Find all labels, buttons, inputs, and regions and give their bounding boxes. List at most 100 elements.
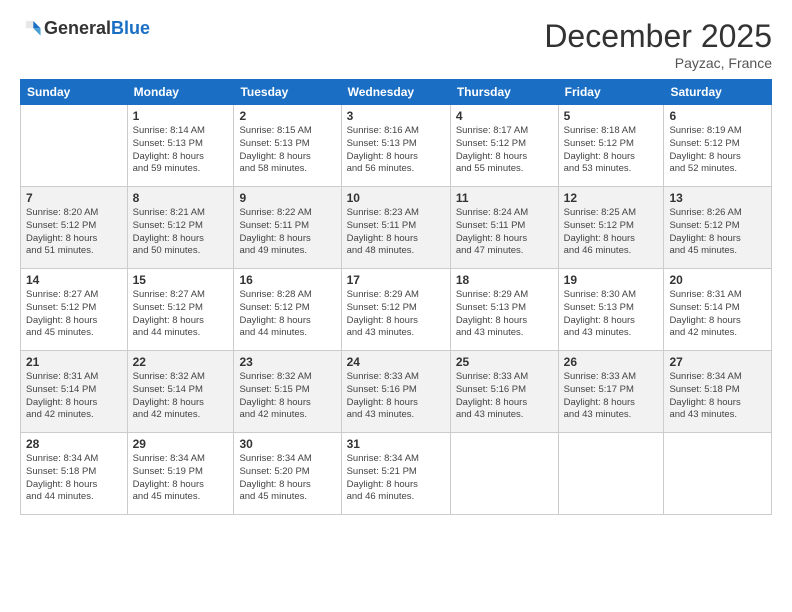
day-info: Sunrise: 8:18 AMSunset: 5:12 PMDaylight:… [564, 125, 659, 176]
calendar-cell: 26Sunrise: 8:33 AMSunset: 5:17 PMDayligh… [558, 351, 664, 433]
day-number: 3 [347, 109, 445, 123]
weekday-header: Saturday [664, 80, 772, 105]
day-info: Sunrise: 8:14 AMSunset: 5:13 PMDaylight:… [133, 125, 229, 176]
calendar-cell: 19 Sunrise: 8:30 AMSunset: 5:13 PMDayligh… [558, 269, 664, 351]
calendar-cell [450, 433, 558, 515]
weekday-header: Monday [127, 80, 234, 105]
calendar-cell: 1 Sunrise: 8:14 AMSunset: 5:13 PMDaylight… [127, 105, 234, 187]
weekday-header: Thursday [450, 80, 558, 105]
day-number: 17 [347, 273, 445, 287]
day-number: 19 [564, 273, 659, 287]
calendar-cell [664, 433, 772, 515]
calendar-cell: 17Sunrise: 8:29 AMSunset: 5:12 PMDayligh… [341, 269, 450, 351]
day-info: Sunrise: 8:31 AMSunset: 5:14 PMDaylight:… [669, 289, 766, 340]
logo-icon [20, 18, 42, 40]
day-info: Sunrise: 8:27 AMSunset: 5:12 PMDaylight:… [26, 289, 122, 340]
logo: GeneralBlue [20, 18, 150, 40]
day-info: Sunrise: 8:33 AMSunset: 5:17 PMDaylight:… [564, 371, 659, 422]
day-info: Sunrise: 8:23 AMSunset: 5:11 PMDaylight:… [347, 207, 445, 258]
day-number: 10 [347, 191, 445, 205]
calendar-cell: 18Sunrise: 8:29 AMSunset: 5:13 PMDayligh… [450, 269, 558, 351]
calendar-week-row: 1 Sunrise: 8:14 AMSunset: 5:13 PMDaylight… [21, 105, 772, 187]
calendar-cell: 16 Sunrise: 8:28 AMSunset: 5:12 PMDayligh… [234, 269, 341, 351]
calendar-week-row: 21 Sunrise: 8:31 AMSunset: 5:14 PMDayligh… [21, 351, 772, 433]
day-info: Sunrise: 8:24 AMSunset: 5:11 PMDaylight:… [456, 207, 553, 258]
day-number: 31 [347, 437, 445, 451]
calendar-cell: 24Sunrise: 8:33 AMSunset: 5:16 PMDayligh… [341, 351, 450, 433]
day-info: Sunrise: 8:34 AMSunset: 5:19 PMDaylight:… [133, 453, 229, 504]
calendar-cell: 9Sunrise: 8:22 AMSunset: 5:11 PMDaylight… [234, 187, 341, 269]
day-number: 29 [133, 437, 229, 451]
calendar-cell: 25 Sunrise: 8:33 AMSunset: 5:16 PMDayligh… [450, 351, 558, 433]
day-info: Sunrise: 8:34 AMSunset: 5:20 PMDaylight:… [239, 453, 335, 504]
day-number: 1 [133, 109, 229, 123]
calendar-cell: 29 Sunrise: 8:34 AMSunset: 5:19 PMDayligh… [127, 433, 234, 515]
day-info: Sunrise: 8:19 AMSunset: 5:12 PMDaylight:… [669, 125, 766, 176]
day-info: Sunrise: 8:21 AMSunset: 5:12 PMDaylight:… [133, 207, 229, 258]
logo-blue: Blue [111, 18, 150, 38]
day-number: 14 [26, 273, 122, 287]
day-info: Sunrise: 8:34 AMSunset: 5:18 PMDaylight:… [669, 371, 766, 422]
day-number: 4 [456, 109, 553, 123]
calendar-cell: 28 Sunrise: 8:34 AMSunset: 5:18 PMDayligh… [21, 433, 128, 515]
calendar-cell: 20Sunrise: 8:31 AMSunset: 5:14 PMDayligh… [664, 269, 772, 351]
day-info: Sunrise: 8:32 AMSunset: 5:14 PMDaylight:… [133, 371, 229, 422]
day-info: Sunrise: 8:17 AMSunset: 5:12 PMDaylight:… [456, 125, 553, 176]
location: Payzac, France [544, 55, 772, 71]
day-info: Sunrise: 8:34 AMSunset: 5:21 PMDaylight:… [347, 453, 445, 504]
day-number: 12 [564, 191, 659, 205]
month-title: December 2025 [544, 18, 772, 55]
day-number: 16 [239, 273, 335, 287]
day-info: Sunrise: 8:31 AMSunset: 5:14 PMDaylight:… [26, 371, 122, 422]
calendar-cell: 12 Sunrise: 8:25 AMSunset: 5:12 PMDayligh… [558, 187, 664, 269]
day-number: 25 [456, 355, 553, 369]
calendar-cell: 4 Sunrise: 8:17 AMSunset: 5:12 PMDaylight… [450, 105, 558, 187]
day-info: Sunrise: 8:16 AMSunset: 5:13 PMDaylight:… [347, 125, 445, 176]
calendar-cell: 8 Sunrise: 8:21 AMSunset: 5:12 PMDaylight… [127, 187, 234, 269]
day-number: 28 [26, 437, 122, 451]
day-info: Sunrise: 8:27 AMSunset: 5:12 PMDaylight:… [133, 289, 229, 340]
calendar-cell: 31 Sunrise: 8:34 AMSunset: 5:21 PMDayligh… [341, 433, 450, 515]
weekday-header: Wednesday [341, 80, 450, 105]
day-info: Sunrise: 8:28 AMSunset: 5:12 PMDaylight:… [239, 289, 335, 340]
title-block: December 2025 Payzac, France [544, 18, 772, 71]
calendar-cell: 7Sunrise: 8:20 AMSunset: 5:12 PMDaylight… [21, 187, 128, 269]
weekday-header: Sunday [21, 80, 128, 105]
calendar-cell: 13 Sunrise: 8:26 AMSunset: 5:12 PMDayligh… [664, 187, 772, 269]
day-info: Sunrise: 8:30 AMSunset: 5:13 PMDaylight:… [564, 289, 659, 340]
day-info: Sunrise: 8:33 AMSunset: 5:16 PMDaylight:… [456, 371, 553, 422]
page: GeneralBlue December 2025 Payzac, France… [0, 0, 792, 612]
day-number: 21 [26, 355, 122, 369]
day-number: 13 [669, 191, 766, 205]
calendar-cell: 21 Sunrise: 8:31 AMSunset: 5:14 PMDayligh… [21, 351, 128, 433]
day-info: Sunrise: 8:26 AMSunset: 5:12 PMDaylight:… [669, 207, 766, 258]
day-number: 5 [564, 109, 659, 123]
weekday-header: Tuesday [234, 80, 341, 105]
day-number: 30 [239, 437, 335, 451]
day-number: 23 [239, 355, 335, 369]
day-info: Sunrise: 8:15 AMSunset: 5:13 PMDaylight:… [239, 125, 335, 176]
calendar-cell: 14 Sunrise: 8:27 AMSunset: 5:12 PMDayligh… [21, 269, 128, 351]
day-info: Sunrise: 8:29 AMSunset: 5:13 PMDaylight:… [456, 289, 553, 340]
calendar-cell: 23Sunrise: 8:32 AMSunset: 5:15 PMDayligh… [234, 351, 341, 433]
calendar-cell: 27Sunrise: 8:34 AMSunset: 5:18 PMDayligh… [664, 351, 772, 433]
day-info: Sunrise: 8:25 AMSunset: 5:12 PMDaylight:… [564, 207, 659, 258]
calendar-week-row: 14 Sunrise: 8:27 AMSunset: 5:12 PMDayligh… [21, 269, 772, 351]
day-number: 2 [239, 109, 335, 123]
calendar-week-row: 7Sunrise: 8:20 AMSunset: 5:12 PMDaylight… [21, 187, 772, 269]
day-number: 8 [133, 191, 229, 205]
day-info: Sunrise: 8:34 AMSunset: 5:18 PMDaylight:… [26, 453, 122, 504]
calendar-cell: 11Sunrise: 8:24 AMSunset: 5:11 PMDayligh… [450, 187, 558, 269]
calendar-cell: 3 Sunrise: 8:16 AMSunset: 5:13 PMDaylight… [341, 105, 450, 187]
calendar-cell: 10 Sunrise: 8:23 AMSunset: 5:11 PMDayligh… [341, 187, 450, 269]
day-info: Sunrise: 8:20 AMSunset: 5:12 PMDaylight:… [26, 207, 122, 258]
day-number: 22 [133, 355, 229, 369]
weekday-header: Friday [558, 80, 664, 105]
calendar-cell [21, 105, 128, 187]
calendar-cell: 6Sunrise: 8:19 AMSunset: 5:12 PMDaylight… [664, 105, 772, 187]
day-info: Sunrise: 8:33 AMSunset: 5:16 PMDaylight:… [347, 371, 445, 422]
calendar-cell: 2 Sunrise: 8:15 AMSunset: 5:13 PMDaylight… [234, 105, 341, 187]
logo-general: General [44, 18, 111, 38]
calendar-cell [558, 433, 664, 515]
calendar-week-row: 28 Sunrise: 8:34 AMSunset: 5:18 PMDayligh… [21, 433, 772, 515]
